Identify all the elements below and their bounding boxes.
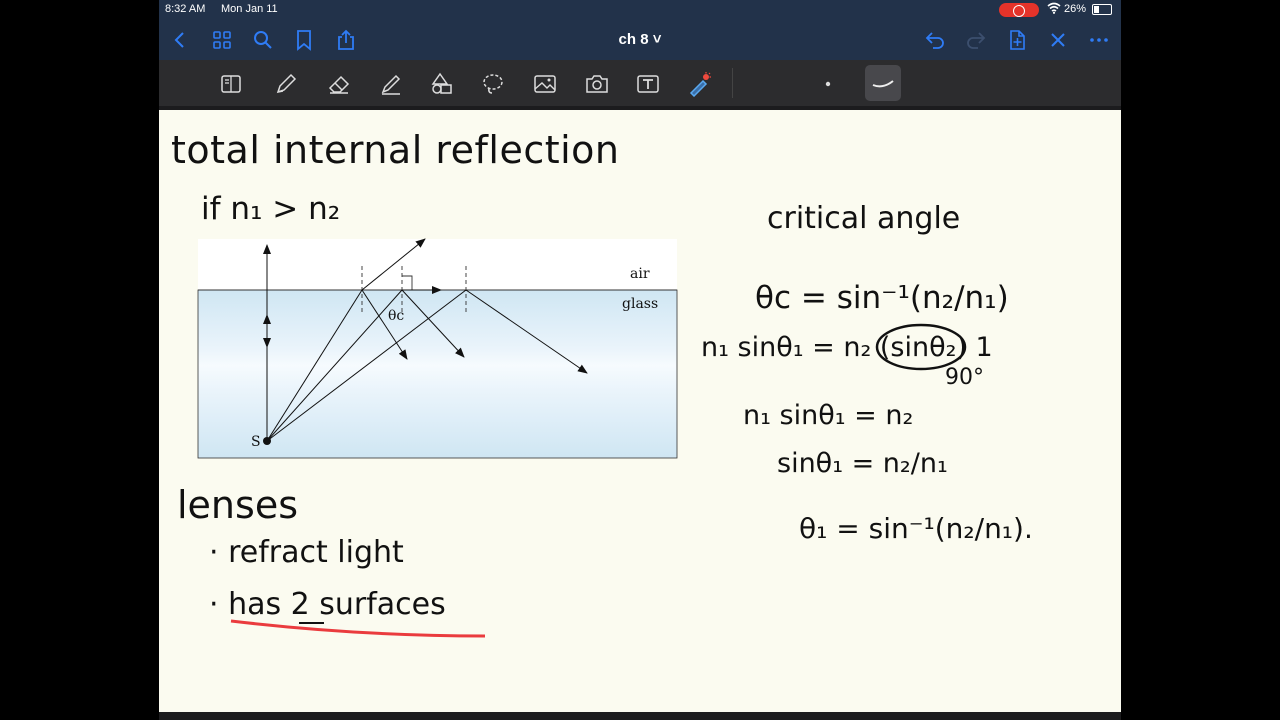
pen-size-small-icon[interactable] — [814, 70, 842, 98]
wifi-icon — [1047, 2, 1061, 17]
bullet-refract-light: · refract light — [209, 535, 404, 570]
status-date: Mon Jan 11 — [221, 3, 278, 15]
camera-icon[interactable] — [583, 70, 611, 98]
ninety-degree-note: 90° — [945, 365, 984, 390]
toolbar-divider — [732, 68, 733, 98]
pen-icon[interactable] — [272, 70, 300, 98]
battery-percent: 26% — [1064, 3, 1087, 15]
status-bar: 8:32 AM Mon Jan 11 26% — [159, 0, 1121, 20]
ipad-screen: 8:32 AM Mon Jan 11 26% ch 8 ˅ total inte… — [159, 0, 1121, 720]
status-time: 8:32 AM — [165, 3, 206, 15]
highlighter-icon[interactable] — [377, 70, 405, 98]
label-glass: glass — [622, 296, 658, 312]
eraser-icon[interactable] — [325, 70, 353, 98]
equation-step-5: θ₁ = sin⁻¹(n₂/n₁). — [799, 512, 1033, 545]
redo-icon[interactable] — [964, 28, 988, 52]
label-theta-c: θc — [388, 308, 404, 324]
critical-angle-heading: critical angle — [767, 201, 960, 236]
more-icon[interactable] — [1087, 28, 1111, 52]
equation-step-3: n₁ sinθ₁ = n₂ — [743, 400, 913, 431]
red-underline — [230, 619, 486, 638]
glass-region — [197, 289, 678, 459]
notebook-page[interactable]: total internal reflection if n₁ > n₂ air… — [159, 110, 1121, 712]
refraction-figure: air glass θc S — [197, 238, 678, 459]
read-mode-icon[interactable] — [217, 70, 245, 98]
laser-pointer-icon[interactable] — [685, 70, 713, 98]
add-page-icon[interactable] — [1005, 28, 1029, 52]
label-source: S — [251, 434, 261, 450]
record-indicator-icon — [999, 3, 1039, 17]
air-region — [198, 239, 677, 290]
source-point — [263, 437, 271, 445]
drawing-toolbar — [159, 60, 1121, 106]
bottom-bezel — [159, 712, 1121, 720]
close-icon[interactable] — [1046, 28, 1070, 52]
shapes-icon[interactable] — [428, 70, 456, 98]
equation-critical-angle: θc = sin⁻¹(n₂/n₁) — [755, 280, 1009, 316]
navigation-bar: ch 8 ˅ — [159, 20, 1121, 60]
heading-total-internal-reflection: total internal reflection — [171, 128, 620, 172]
image-icon[interactable] — [531, 70, 559, 98]
heading-lenses: lenses — [177, 483, 298, 527]
condition-text: if n₁ > n₂ — [201, 191, 340, 227]
battery-icon — [1092, 4, 1112, 15]
curve-stroke-icon — [872, 80, 894, 88]
equation-step-4: sinθ₁ = n₂/n₁ — [777, 448, 948, 479]
page-canvas: total internal reflection if n₁ > n₂ air… — [171, 128, 1033, 638]
undo-icon[interactable] — [923, 28, 947, 52]
label-air: air — [630, 266, 650, 282]
pen-curve-option[interactable] — [865, 65, 901, 101]
text-icon[interactable] — [634, 70, 662, 98]
bullet-has-2-surfaces: · has 2 surfaces — [209, 587, 446, 622]
lasso-icon[interactable] — [479, 70, 507, 98]
equation-snell-law: n₁ sinθ₁ = n₂ (sinθ₂) 1 — [701, 332, 993, 363]
